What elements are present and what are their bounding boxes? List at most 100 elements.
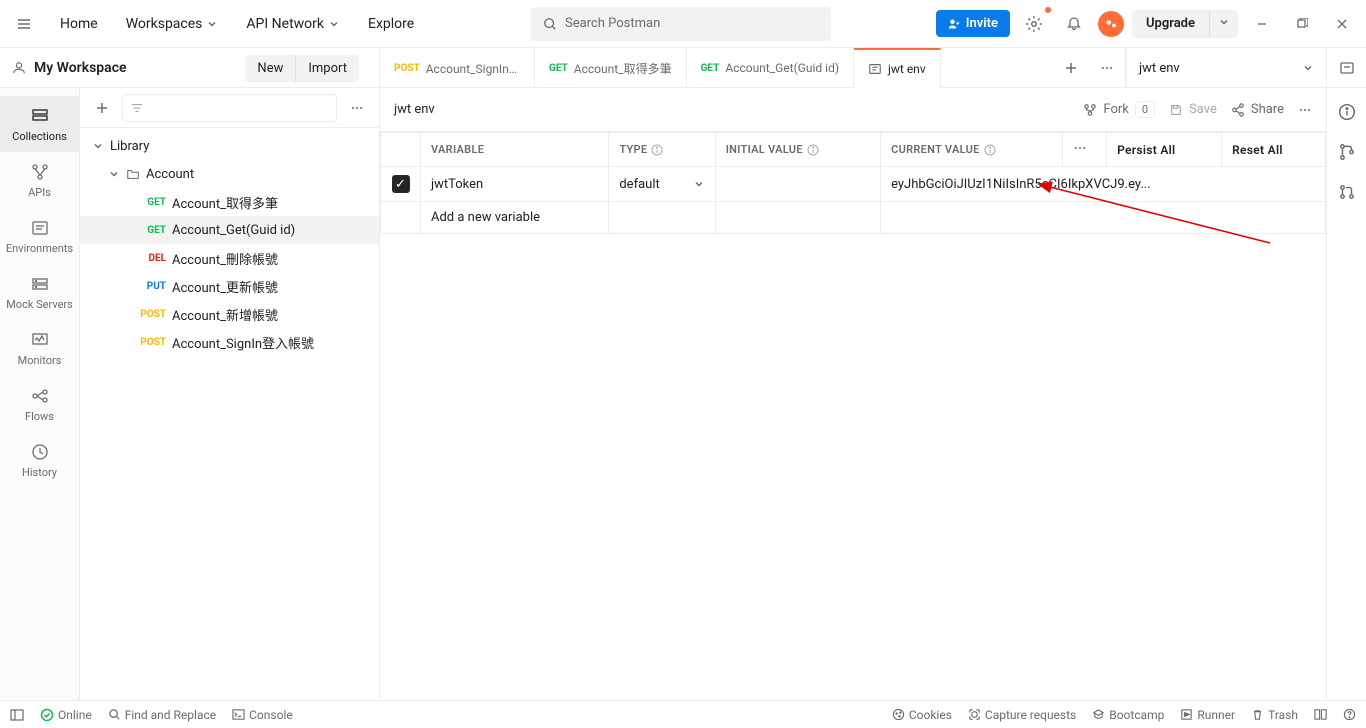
import-button[interactable]: Import: [295, 55, 359, 82]
avatar[interactable]: [1098, 11, 1124, 37]
fork-button[interactable]: Fork 0: [1083, 101, 1155, 118]
sidebar-top: [80, 88, 379, 128]
rail-apis[interactable]: APIs: [0, 152, 80, 208]
chevron-down-icon: [693, 178, 705, 190]
toolbar-more-button[interactable]: [1298, 103, 1312, 117]
tree-label: Library: [110, 139, 149, 154]
env-quick-look-icon[interactable]: [1326, 48, 1366, 88]
trash-icon: [1251, 708, 1264, 721]
tab-more-button[interactable]: [1089, 48, 1125, 88]
pull-request-icon[interactable]: [1335, 180, 1359, 204]
share-button[interactable]: Share: [1231, 102, 1284, 117]
tree-library[interactable]: Library: [80, 132, 379, 160]
table-row-add[interactable]: Add a new variable: [381, 202, 1326, 234]
tab-jwt-env[interactable]: jwt env: [854, 48, 941, 88]
th-checkbox: [381, 133, 421, 167]
workspace-name[interactable]: My Workspace: [12, 60, 127, 76]
new-tab-button[interactable]: [1053, 48, 1089, 88]
rail-mock-servers[interactable]: Mock Servers: [0, 264, 80, 320]
footer-layout-icon[interactable]: [1314, 708, 1327, 721]
footer-trash[interactable]: Trash: [1251, 708, 1298, 722]
rail-history[interactable]: History: [0, 432, 80, 488]
window-maximize-icon[interactable]: [1286, 8, 1318, 40]
tree-request-item[interactable]: POSTAccount_新增帳號: [80, 300, 379, 328]
th-persist-all[interactable]: Persist All: [1107, 133, 1222, 167]
tab-label: Account_Get(Guid id): [725, 61, 839, 75]
method-badge: POST: [394, 63, 420, 74]
footer-capture[interactable]: Capture requests: [968, 708, 1076, 722]
search-container: Search Postman: [531, 7, 831, 41]
apis-icon: [30, 162, 50, 182]
sidebar-add-button[interactable]: [88, 94, 116, 122]
bootcamp-icon: [1092, 708, 1105, 721]
cell-current[interactable]: eyJhbGciOiJIUzI1NiIsInR5cCI6IkpXVCJ9.ey.…: [881, 167, 1326, 202]
footer-bootcamp[interactable]: Bootcamp: [1092, 708, 1164, 722]
th-reset-all[interactable]: Reset All: [1222, 133, 1326, 167]
bell-icon[interactable]: [1058, 8, 1090, 40]
upgrade-more-button[interactable]: [1209, 10, 1238, 38]
tab-label: Account_SignIn登入帳: [426, 60, 520, 77]
topbar: Home Workspaces API Network Explore Sear…: [0, 0, 1366, 48]
tab-get-multi[interactable]: GET Account_取得多筆: [535, 48, 687, 88]
footer-console[interactable]: Console: [232, 708, 293, 722]
tab-get-guid[interactable]: GET Account_Get(Guid id): [687, 48, 854, 88]
sidebar-more-button[interactable]: [343, 94, 371, 122]
topbar-right: Invite Upgrade: [936, 8, 1358, 40]
invite-button[interactable]: Invite: [936, 10, 1010, 37]
tree-request-item[interactable]: PUT Account_更新帳號: [80, 272, 379, 300]
footer-help-icon[interactable]: [1343, 708, 1356, 721]
th-more-button[interactable]: [1063, 133, 1107, 167]
tree-request-item[interactable]: POSTAccount_SignIn登入帳號: [80, 328, 379, 356]
changelog-icon[interactable]: [1335, 140, 1359, 164]
footer-panes-icon[interactable]: [10, 708, 24, 722]
sidebar-filter-input[interactable]: [122, 94, 337, 122]
tree-request-item[interactable]: GETAccount_取得多筆: [80, 188, 379, 216]
new-button[interactable]: New: [245, 55, 295, 82]
env-selector-label: jwt env: [1139, 61, 1180, 76]
settings-icon[interactable]: [1018, 8, 1050, 40]
footer-runner[interactable]: Runner: [1180, 708, 1235, 722]
right-rail: [1326, 88, 1366, 700]
tree-request-item[interactable]: DELAccount_刪除帳號: [80, 244, 379, 272]
cell-type[interactable]: default: [609, 167, 715, 202]
console-icon: [232, 708, 245, 721]
upgrade-button[interactable]: Upgrade: [1132, 10, 1209, 38]
tree-item-label: Account_SignIn登入帳號: [172, 333, 314, 352]
nav-home[interactable]: Home: [48, 10, 110, 38]
tab-signin[interactable]: POST Account_SignIn登入帳: [380, 48, 535, 88]
rail-label: Monitors: [18, 354, 62, 367]
nav-workspaces[interactable]: Workspaces: [114, 10, 231, 38]
row-checkbox[interactable]: ✓: [381, 167, 421, 202]
rail-monitors[interactable]: Monitors: [0, 320, 80, 376]
method-badge: PUT: [136, 281, 166, 292]
doc-info-icon[interactable]: [1335, 100, 1359, 124]
tree-item-label: Account_Get(Guid id): [172, 223, 295, 238]
environments-icon: [30, 218, 50, 238]
search-input[interactable]: Search Postman: [531, 7, 831, 41]
table-row: ✓ jwtToken default eyJhbGciOiJIUzI1NiIsI…: [381, 167, 1326, 202]
rail-environments[interactable]: Environments: [0, 208, 80, 264]
notification-dot: [1044, 6, 1052, 14]
window-minimize-icon[interactable]: [1246, 8, 1278, 40]
footer-online[interactable]: Online: [40, 708, 92, 722]
nav-api-network[interactable]: API Network: [234, 10, 352, 38]
cell-variable[interactable]: jwtToken: [421, 167, 609, 202]
person-icon: [12, 61, 26, 75]
footer-find-replace[interactable]: Find and Replace: [108, 708, 216, 722]
hamburger-icon[interactable]: [8, 8, 40, 40]
tree-account[interactable]: Account: [80, 160, 379, 188]
tree-request-item[interactable]: GETAccount_Get(Guid id): [80, 216, 379, 244]
nav-explore[interactable]: Explore: [356, 10, 426, 38]
footer-bootcamp-label: Bootcamp: [1109, 708, 1164, 722]
cell-initial[interactable]: [715, 167, 880, 202]
save-button[interactable]: Save: [1169, 102, 1217, 117]
rail-flows[interactable]: Flows: [0, 376, 80, 432]
tree-item-label: Account_更新帳號: [172, 277, 278, 296]
rail-collections[interactable]: Collections: [0, 96, 80, 152]
footer-cookies[interactable]: Cookies: [892, 708, 952, 722]
env-selector[interactable]: jwt env: [1126, 48, 1326, 88]
tabs: POST Account_SignIn登入帳 GET Account_取得多筆 …: [380, 48, 1366, 88]
chevron-down-icon: [1218, 16, 1230, 28]
rail-label: Environments: [6, 242, 73, 255]
window-close-icon[interactable]: [1326, 8, 1358, 40]
